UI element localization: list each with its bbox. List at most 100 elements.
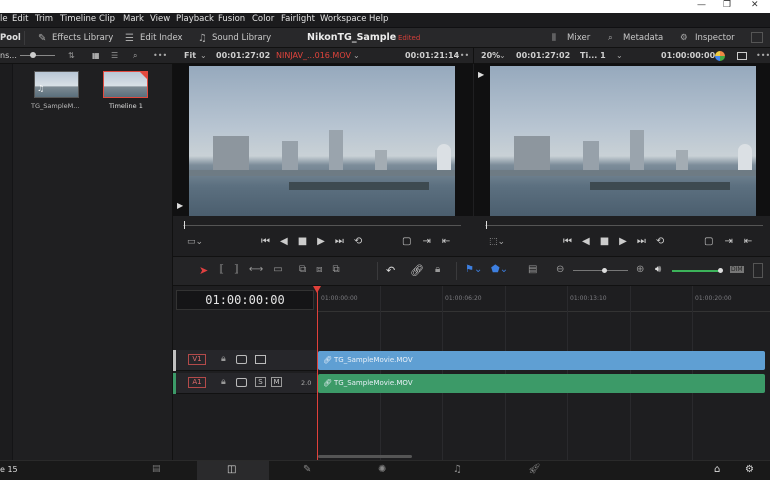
media-page-icon[interactable]: ▤ <box>152 464 161 474</box>
menu-file[interactable]: le <box>0 14 8 24</box>
linked-selection-icon[interactable]: 🔗︎ <box>410 264 424 277</box>
menu-view[interactable]: View <box>150 14 170 24</box>
inspector-button[interactable]: Inspector <box>695 33 735 43</box>
menu-edit[interactable]: Edit <box>12 14 28 24</box>
source-fit-select[interactable]: Fit <box>184 51 196 60</box>
solo-button[interactable]: S <box>255 377 266 387</box>
menu-playback[interactable]: Playback <box>176 14 214 24</box>
clip-thumbnail[interactable]: ♫ <box>34 71 79 98</box>
program-transport-icons[interactable]: ⏮◀■▶⏭⟲ <box>563 236 674 247</box>
settings-gear-icon[interactable]: ⚙ <box>745 464 754 475</box>
menu-clip[interactable]: Clip <box>99 14 115 24</box>
video-clip[interactable]: 🔗︎ TG_SampleMovie.MOV <box>318 351 765 370</box>
edit-index-button[interactable]: Edit Index <box>140 33 183 43</box>
track-visibility-icon[interactable] <box>255 355 266 364</box>
timeline-zoom-slider[interactable] <box>573 270 628 271</box>
snapping-icon[interactable]: ↶ <box>386 264 395 277</box>
timeline-timecode[interactable]: 01:00:00:00 <box>176 290 314 310</box>
marker-icon[interactable]: ⬟⌄ <box>491 264 508 275</box>
source-duration: 00:01:21:14 <box>405 51 460 60</box>
menu-color[interactable]: Color <box>252 14 274 24</box>
lock-icon[interactable]: 🔒︎ <box>221 354 226 364</box>
program-video-frame[interactable] <box>490 66 756 216</box>
mute-button[interactable]: M <box>271 377 282 387</box>
insert-overwrite-icons[interactable]: ⧉⧈⧉ <box>299 264 350 275</box>
filter-icon[interactable]: ⇅ <box>68 51 75 60</box>
color-page-icon[interactable]: ✺ <box>378 464 386 475</box>
close-icon[interactable]: ✕ <box>751 0 759 10</box>
effects-library-button[interactable]: Effects Library <box>52 33 113 43</box>
media-pool-button[interactable]: Pool <box>0 33 21 43</box>
timeline-select[interactable]: Ti... 1 <box>580 51 606 60</box>
program-options-button[interactable]: ••• <box>756 51 770 60</box>
program-zoom-select[interactable]: 20% <box>481 51 500 60</box>
timeline-label[interactable]: Timeline 1 <box>109 102 143 110</box>
fairlight-page-icon[interactable]: ♫ <box>453 464 462 475</box>
mixer-button[interactable]: Mixer <box>567 33 590 43</box>
menu-mark[interactable]: Mark <box>123 14 144 24</box>
source-transport-icons[interactable]: ⏮◀■▶⏭⟲ <box>261 236 372 247</box>
timeline-thumbnail[interactable] <box>103 71 148 98</box>
zoom-fit-icon[interactable]: ▤ <box>528 264 537 275</box>
menu-trim[interactable]: Trim <box>35 14 53 24</box>
zoom-in-icon[interactable]: ⊕ <box>636 264 644 275</box>
audio-clip[interactable]: 🔗︎ TG_SampleMovie.MOV <box>318 374 765 393</box>
chevron-down-icon: ⌄ <box>499 51 506 60</box>
restore-icon[interactable]: ❐ <box>723 0 731 10</box>
audio-track-header[interactable]: A1 🔒︎ S M 2.0 <box>173 373 318 394</box>
search-icon[interactable]: ⌕ <box>133 51 137 61</box>
video-track-header[interactable]: V1 🔒︎ <box>173 350 318 371</box>
source-mark-icons[interactable]: ▢⇥⇤ <box>402 236 461 247</box>
minimize-icon[interactable]: — <box>697 0 706 10</box>
source-playhead[interactable] <box>184 221 185 229</box>
selection-tool-icon[interactable]: ➤ <box>199 264 208 277</box>
speaker-icon[interactable]: 🔊︎ <box>655 264 661 275</box>
panel-toggle-icon[interactable] <box>751 32 763 43</box>
grid-line <box>380 286 381 460</box>
metadata-button[interactable]: Metadata <box>623 33 663 43</box>
flag-icon[interactable]: ⚑⌄ <box>465 264 482 275</box>
fusion-page-icon[interactable]: ✎ <box>303 464 311 475</box>
thumbnail-size-slider[interactable] <box>20 55 55 56</box>
source-scrubber[interactable] <box>183 225 461 226</box>
sound-library-button[interactable]: Sound Library <box>212 33 271 43</box>
audio-slider-handle[interactable] <box>718 268 723 273</box>
timeline-scrollbar[interactable] <box>318 455 412 458</box>
deliver-page-icon[interactable]: 🚀︎ <box>528 464 541 475</box>
chevron-down-icon: ⌄ <box>616 51 623 60</box>
trim-tool-icons[interactable]: ⟦⟧⟷▭ <box>219 264 293 275</box>
program-mark-icons[interactable]: ▢⇥⇤ <box>704 236 763 247</box>
source-overlay-icon[interactable]: ▭⌄ <box>187 237 203 247</box>
zoom-slider-handle[interactable] <box>602 268 607 273</box>
color-bypass-icon[interactable] <box>715 51 725 61</box>
source-options-button[interactable]: ••• <box>455 51 469 60</box>
program-overlay-icon[interactable]: ⬚⌄ <box>489 237 505 247</box>
clip-label[interactable]: TG_SampleM... <box>31 102 79 110</box>
zoom-out-icon[interactable]: ⊖ <box>556 264 564 275</box>
home-icon[interactable]: ⌂ <box>714 464 720 475</box>
auto-select-icon[interactable] <box>236 355 247 364</box>
menu-fusion[interactable]: Fusion <box>218 14 245 24</box>
menu-fairlight[interactable]: Fairlight <box>281 14 315 24</box>
viewer-mode-icon[interactable] <box>737 52 747 60</box>
source-clip-name[interactable]: NINJAV_...016.MOV <box>276 51 351 60</box>
edit-page-icon: ◫ <box>227 464 237 475</box>
timeline-playhead[interactable] <box>317 289 318 460</box>
playhead-handle-icon[interactable] <box>313 286 321 293</box>
thumbnail-view-icon[interactable]: ▦ <box>92 51 100 60</box>
audio-level-slider[interactable] <box>672 270 722 272</box>
list-view-icon[interactable]: ☰ <box>111 51 118 60</box>
edit-page-tab[interactable]: ◫ <box>197 461 269 480</box>
source-video-frame[interactable] <box>189 66 455 216</box>
program-scrubber[interactable] <box>485 225 763 226</box>
dim-button[interactable]: DIM <box>730 266 744 273</box>
lock-icon[interactable]: 🔒︎ <box>221 377 226 387</box>
slider-handle[interactable] <box>30 52 36 58</box>
menu-help[interactable]: Help <box>369 14 388 24</box>
pool-options-button[interactable]: ••• <box>153 51 167 60</box>
auto-select-icon[interactable] <box>236 378 247 387</box>
position-lock-icon[interactable]: 🔒︎ <box>435 264 440 275</box>
menu-workspace[interactable]: Workspace <box>320 14 366 24</box>
menu-timeline[interactable]: Timeline <box>60 14 96 24</box>
program-playhead[interactable] <box>486 221 487 229</box>
